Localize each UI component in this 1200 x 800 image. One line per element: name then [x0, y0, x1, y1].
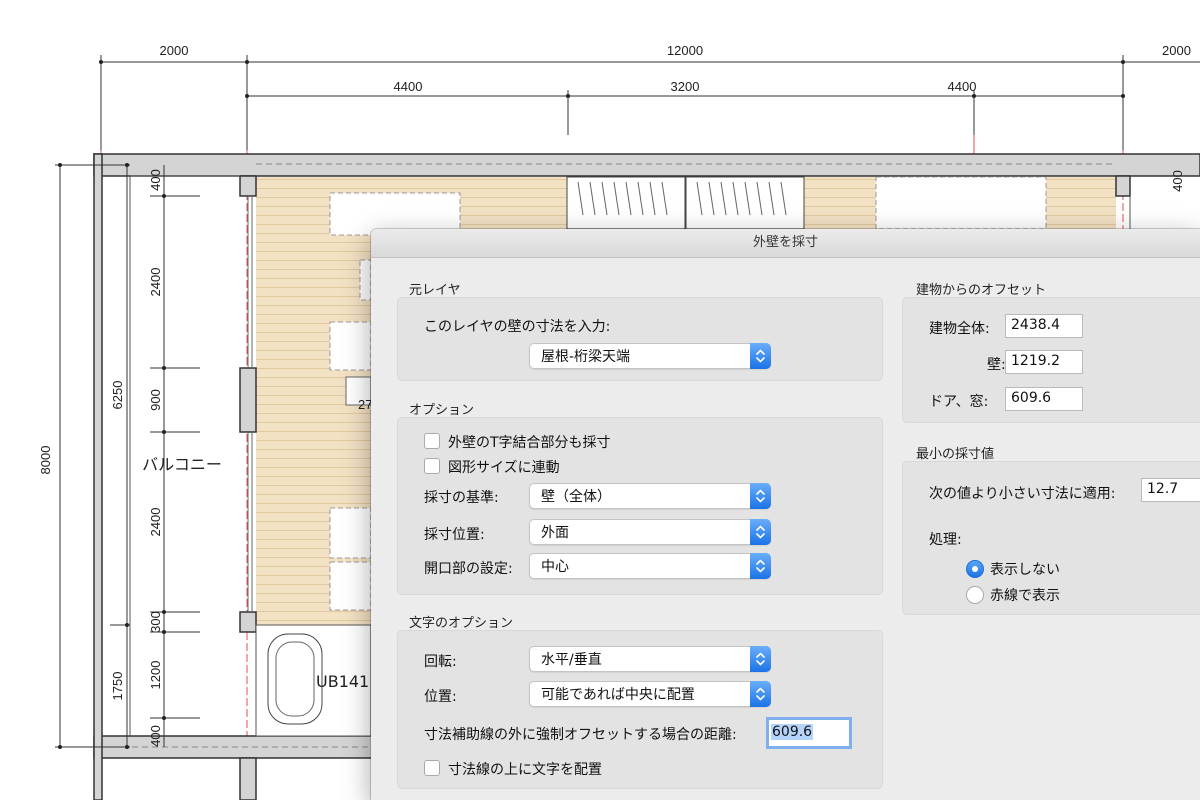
rotation-value: 水平/垂直 [541, 652, 602, 668]
door-window-input[interactable]: 609.6 [1005, 387, 1083, 411]
whole-building-value: 2438.4 [1011, 317, 1060, 333]
opening-label: 開口部の設定: [424, 561, 513, 577]
section-text-options: 文字のオプション [409, 616, 514, 631]
apply-below-input[interactable]: 12.7 [1141, 478, 1200, 502]
door-window-label: ドア、窓: [929, 394, 989, 410]
apply-below-value: 12.7 [1147, 481, 1179, 497]
dim-left-inner-5: 300 [148, 611, 163, 633]
dialog-title: 外壁を採寸 [371, 229, 1200, 258]
dim-top-right: 2000 [1162, 43, 1191, 58]
whole-building-input[interactable]: 2438.4 [1005, 314, 1083, 338]
dim-second-1: 4400 [394, 79, 423, 94]
popup-arrows-icon [750, 343, 771, 369]
dim-left-inner-6: 1200 [148, 661, 163, 690]
dim-left-mid-2: 1750 [110, 672, 125, 701]
popup-arrows-icon [750, 646, 771, 672]
room-label-balcony: バルコニー [142, 455, 222, 474]
force-offset-input[interactable]: 609.6 [766, 717, 852, 749]
opening-value: 中心 [541, 559, 569, 575]
popup-arrows-icon [750, 519, 771, 545]
popup-arrows-icon [750, 553, 771, 579]
dim-top-center: 12000 [667, 43, 703, 58]
source-layer-value: 屋根-桁梁天端 [541, 349, 631, 365]
dim-right-inner: 400 [1170, 170, 1185, 192]
minimum-group: 次の値より小さい寸法に適用: 12.7 処理: 表示しない 赤線で表示 [902, 461, 1200, 615]
t-joint-label: 外壁のT字結合部分も採寸 [448, 435, 611, 451]
popup-arrows-icon [750, 483, 771, 509]
apply-below-label: 次の値より小さい寸法に適用: [929, 486, 1116, 502]
position-value: 外面 [541, 525, 569, 541]
door-window-value: 609.6 [1011, 390, 1052, 406]
position-popup[interactable]: 外面 [529, 519, 771, 545]
section-options: オプション [409, 403, 475, 418]
force-offset-label: 寸法補助線の外に強制オフセットする場合の距離: [424, 727, 737, 743]
dim-left-inner-4: 2400 [148, 508, 163, 537]
wall-offset-input[interactable]: 1219.2 [1005, 350, 1083, 374]
section-minimum: 最小の採寸値 [916, 447, 995, 462]
dim-left-mid-1: 6250 [110, 381, 125, 410]
text-above-checkbox[interactable] [424, 760, 440, 776]
dim-top-left: 2000 [160, 43, 189, 58]
basis-value: 壁（全体） [541, 489, 611, 505]
wall-offset-value: 1219.2 [1011, 353, 1060, 369]
section-source-layer: 元レイヤ [409, 283, 461, 298]
dim-left-inner-2: 2400 [148, 268, 163, 297]
dim-left-inner-3: 900 [148, 389, 163, 411]
popup-arrows-icon [750, 681, 771, 707]
link-shape-label: 図形サイズに連動 [448, 460, 560, 476]
process-label: 処理: [929, 532, 962, 548]
whole-building-label: 建物全体: [929, 321, 990, 337]
dim-left-inner-1: 400 [148, 169, 163, 191]
link-shape-checkbox[interactable] [424, 458, 440, 474]
dim-left-outer: 8000 [38, 446, 53, 475]
source-layer-popup[interactable]: 屋根-桁梁天端 [529, 343, 771, 369]
location-popup[interactable]: 可能であれば中央に配置 [529, 681, 771, 707]
text-options-group: 回転: 水平/垂直 位置: 可能であれば中央に配置 寸法補助線の外に強制オフセッ… [397, 630, 883, 789]
measure-exterior-walls-dialog: 外壁を採寸 元レイヤ このレイヤの壁の寸法を入力: 屋根-桁梁天端 オプション … [371, 229, 1200, 800]
dim-left-inner-7: 400 [148, 725, 163, 747]
t-joint-checkbox[interactable] [424, 433, 440, 449]
radio-hide-label: 表示しない [990, 562, 1060, 578]
position-label: 採寸位置: [424, 527, 485, 543]
rotation-popup[interactable]: 水平/垂直 [529, 646, 771, 672]
radio-red-line-label: 赤線で表示 [990, 588, 1060, 604]
rotation-label: 回転: [424, 654, 457, 670]
building-offset-group: 建物全体: 2438.4 壁: 1219.2 ドア、窓: 609.6 [902, 297, 1200, 423]
top-dimension-lines [100, 55, 1200, 150]
location-label: 位置: [424, 689, 457, 705]
opening-popup[interactable]: 中心 [529, 553, 771, 579]
location-value: 可能であれば中央に配置 [541, 687, 695, 703]
dim-second-2: 3200 [671, 79, 700, 94]
basis-label: 採寸の基準: [424, 490, 499, 506]
radio-red-line[interactable] [966, 586, 984, 604]
text-above-label: 寸法線の上に文字を配置 [448, 762, 602, 778]
room-label-bath: UB141 [316, 672, 369, 691]
wall-offset-label: 壁: [987, 357, 1006, 373]
source-layer-group: このレイヤの壁の寸法を入力: 屋根-桁梁天端 [397, 297, 883, 381]
layer-prompt-label: このレイヤの壁の寸法を入力: [424, 319, 611, 335]
dim-second-3: 4400 [948, 79, 977, 94]
basis-popup[interactable]: 壁（全体） [529, 483, 771, 509]
section-building-offset: 建物からのオフセット [916, 283, 1047, 298]
radio-hide[interactable] [966, 560, 984, 578]
force-offset-value: 609.6 [771, 724, 814, 740]
options-group: 外壁のT字結合部分も採寸 図形サイズに連動 採寸の基準: 壁（全体） 採寸位置:… [397, 417, 883, 595]
